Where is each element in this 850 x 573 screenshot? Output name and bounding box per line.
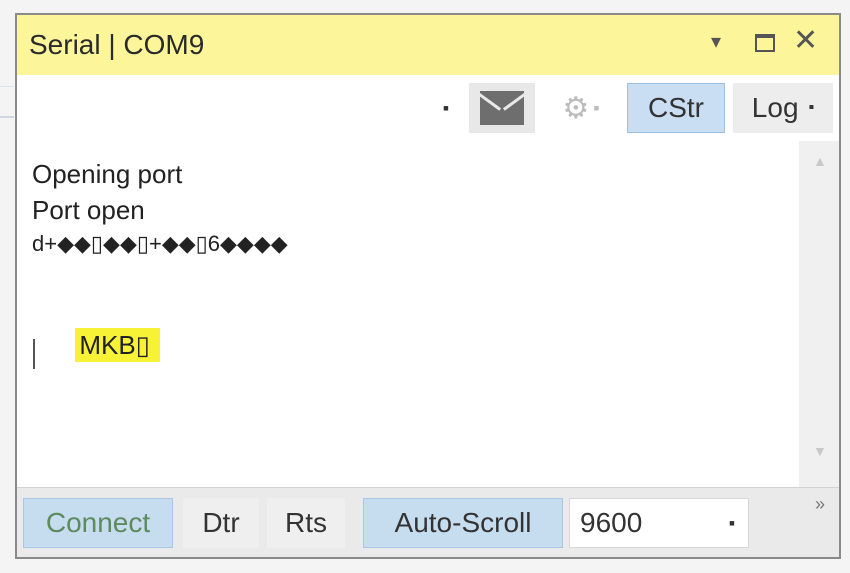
scroll-down-icon[interactable]: ▼: [813, 443, 827, 459]
chevron-down-icon: ▪: [593, 97, 600, 118]
background-divider: [0, 116, 14, 118]
chevron-down-icon: ▪: [808, 99, 815, 116]
log-label: Log: [751, 92, 799, 123]
toolbar: ▪ ⚙ ▪ CStr Log ▪: [17, 75, 839, 141]
background-divider: [0, 86, 14, 87]
toolbar-dropdown-icon[interactable]: ▪: [435, 83, 457, 133]
serial-window: Serial | COM9 ▾ ✕ ▪ ⚙ ▪ CStr Log ▪ Openi…: [15, 13, 841, 559]
terminal-output[interactable]: Opening port Port open d+◆◆▯◆◆▯+◆◆▯6◆◆◆◆…: [17, 141, 799, 487]
gear-icon: ⚙: [562, 91, 590, 125]
close-icon[interactable]: ✕: [793, 23, 818, 58]
scroll-up-icon[interactable]: ▲: [813, 153, 827, 169]
pin-dropdown-icon[interactable]: ▾: [711, 29, 721, 54]
log-button[interactable]: Log ▪: [733, 83, 833, 133]
settings-button[interactable]: ⚙ ▪: [543, 83, 619, 133]
auto-scroll-button[interactable]: Auto-Scroll: [363, 498, 563, 548]
text-cursor: [33, 339, 35, 369]
dtr-button[interactable]: Dtr: [183, 498, 259, 548]
rts-button[interactable]: Rts: [267, 498, 345, 548]
window-title: Serial | COM9: [29, 29, 205, 60]
envelope-icon: [480, 91, 524, 125]
send-message-button[interactable]: [469, 83, 535, 133]
maximize-icon[interactable]: [755, 34, 775, 52]
terminal-line-highlighted: MKB▯: [32, 299, 160, 392]
connect-button[interactable]: Connect: [23, 498, 173, 548]
title-bar[interactable]: Serial | COM9 ▾ ✕: [17, 15, 839, 75]
terminal-line: d+◆◆▯◆◆▯+◆◆▯6◆◆◆◆: [32, 231, 288, 256]
status-bar: Connect Dtr Rts Auto-Scroll 9600 ▪ »: [17, 487, 839, 557]
terminal-line: Port open: [32, 195, 145, 225]
terminal-line: Opening port: [32, 159, 183, 189]
overflow-icon[interactable]: »: [807, 492, 833, 516]
vertical-scrollbar[interactable]: ▲ ▼: [799, 141, 839, 487]
chevron-down-icon[interactable]: ▪: [719, 498, 745, 548]
highlighted-text: MKB▯: [75, 328, 160, 362]
cstr-toggle-button[interactable]: CStr: [627, 83, 725, 133]
